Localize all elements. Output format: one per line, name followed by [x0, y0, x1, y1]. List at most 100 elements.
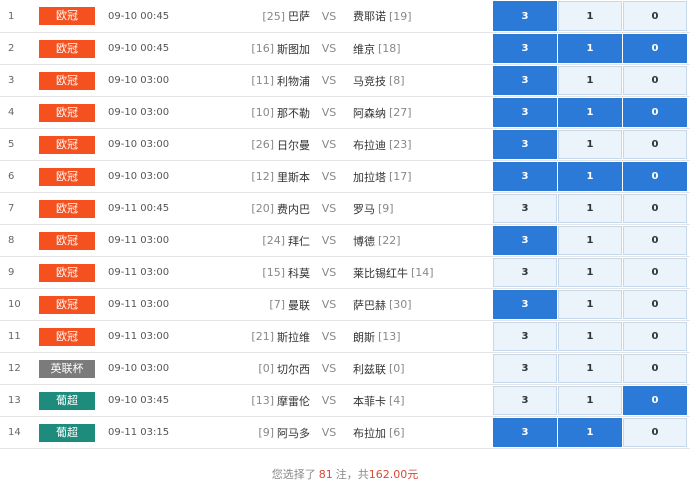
- table-row: 3 欧冠 09-10 03:00 [11] 利物浦 VS 马竞技 [8] 3 1 0: [0, 65, 690, 97]
- option-win[interactable]: 3: [493, 386, 557, 415]
- row-index: 14: [8, 427, 21, 438]
- away-team: 维京 [18]: [353, 33, 483, 64]
- table-row: 1 欧冠 09-10 00:45 [25] 巴萨 VS 费耶诺 [19] 3 1 0: [0, 0, 690, 33]
- option-draw[interactable]: 1: [558, 162, 622, 191]
- option-draw[interactable]: 1: [558, 194, 622, 223]
- away-team: 博德 [22]: [353, 225, 483, 256]
- home-team: [21] 斯拉维: [210, 321, 310, 352]
- vs-label: VS: [321, 106, 337, 119]
- home-name: 巴萨: [288, 10, 310, 23]
- away-team: 布拉加 [6]: [353, 417, 483, 448]
- home-name: 拜仁: [288, 234, 310, 248]
- away-team: 布拉迪 [23]: [353, 129, 483, 160]
- league-badge: 欧冠: [39, 103, 95, 122]
- league-cell: 欧冠: [39, 97, 95, 128]
- home-team: [7] 曼联: [210, 289, 310, 320]
- option-lose[interactable]: 0: [623, 386, 687, 415]
- option-lose[interactable]: 0: [623, 322, 687, 351]
- option-win[interactable]: 3: [493, 34, 557, 63]
- option-draw[interactable]: 1: [558, 386, 622, 415]
- home-rank: [15]: [262, 266, 285, 279]
- bet-count: 81: [318, 467, 333, 481]
- option-win[interactable]: 3: [493, 226, 557, 255]
- league-badge: 葡超: [39, 423, 95, 442]
- option-win[interactable]: 3: [493, 130, 557, 159]
- home-team: [26] 日尔曼: [210, 129, 310, 160]
- away-name: 博德: [353, 234, 375, 248]
- row-index: 6: [8, 171, 15, 182]
- home-name: 科莫: [288, 266, 310, 280]
- option-lose[interactable]: 0: [623, 130, 687, 159]
- row-index: 2: [8, 43, 15, 54]
- option-draw[interactable]: 1: [558, 66, 622, 95]
- match-time: 09-11 03:00: [108, 299, 170, 310]
- row-index: 11: [8, 331, 21, 342]
- home-rank: [24]: [262, 234, 285, 247]
- home-name: 利物浦: [277, 74, 310, 88]
- option-draw[interactable]: 1: [558, 1, 622, 31]
- league-cell: 欧冠: [39, 257, 95, 288]
- option-draw[interactable]: 1: [558, 130, 622, 159]
- option-lose[interactable]: 0: [623, 258, 687, 287]
- option-lose[interactable]: 0: [623, 418, 687, 447]
- option-draw[interactable]: 1: [558, 354, 622, 383]
- home-name: 斯图加: [277, 42, 310, 56]
- option-win[interactable]: 3: [493, 194, 557, 223]
- home-team: [15] 科莫: [210, 257, 310, 288]
- option-lose[interactable]: 0: [623, 194, 687, 223]
- option-win[interactable]: 3: [493, 98, 557, 127]
- home-rank: [7]: [269, 298, 285, 311]
- row-index: 13: [8, 395, 21, 406]
- option-lose[interactable]: 0: [623, 66, 687, 95]
- home-name: 阿马多: [277, 426, 310, 440]
- option-draw[interactable]: 1: [558, 34, 622, 63]
- option-lose[interactable]: 0: [623, 34, 687, 63]
- option-win[interactable]: 3: [493, 290, 557, 319]
- option-lose[interactable]: 0: [623, 162, 687, 191]
- option-draw[interactable]: 1: [558, 322, 622, 351]
- away-rank: [17]: [389, 170, 412, 183]
- home-name: 斯拉维: [277, 330, 310, 344]
- home-rank: [0]: [258, 362, 274, 375]
- away-name: 利兹联: [353, 362, 386, 376]
- vs-label: VS: [321, 234, 337, 247]
- row-index: 4: [8, 107, 15, 118]
- selection-summary: 您选择了 81 注，共 162.00 元: [0, 463, 690, 485]
- option-win[interactable]: 3: [493, 354, 557, 383]
- option-draw[interactable]: 1: [558, 98, 622, 127]
- league-badge: 欧冠: [39, 167, 95, 186]
- option-lose[interactable]: 0: [623, 290, 687, 319]
- vs-label: VS: [321, 330, 337, 343]
- table-row: 13 葡超 09-10 03:45 [13] 摩雷伦 VS 本菲卡 [4] 3 1 0: [0, 385, 690, 417]
- option-lose[interactable]: 0: [623, 1, 687, 31]
- away-name: 莱比锡红牛: [353, 266, 408, 280]
- away-name: 布拉迪: [353, 138, 386, 152]
- option-win[interactable]: 3: [493, 1, 557, 31]
- option-win[interactable]: 3: [493, 162, 557, 191]
- away-name: 罗马: [353, 202, 375, 216]
- option-win[interactable]: 3: [493, 418, 557, 447]
- option-lose[interactable]: 0: [623, 98, 687, 127]
- league-cell: 欧冠: [39, 129, 95, 160]
- home-name: 里斯本: [277, 170, 310, 184]
- option-win[interactable]: 3: [493, 258, 557, 287]
- away-rank: [30]: [389, 298, 412, 311]
- league-badge: 英联杯: [39, 359, 95, 378]
- option-draw[interactable]: 1: [558, 290, 622, 319]
- home-name: 摩雷伦: [277, 394, 310, 408]
- option-lose[interactable]: 0: [623, 226, 687, 255]
- home-rank: [11]: [251, 74, 274, 87]
- option-draw[interactable]: 1: [558, 418, 622, 447]
- match-time: 09-10 03:00: [108, 75, 170, 86]
- home-rank: [20]: [251, 202, 274, 215]
- option-win[interactable]: 3: [493, 322, 557, 351]
- match-time: 09-11 03:00: [108, 235, 170, 246]
- league-cell: 欧冠: [39, 161, 95, 192]
- option-draw[interactable]: 1: [558, 258, 622, 287]
- away-name: 本菲卡: [353, 394, 386, 408]
- option-lose[interactable]: 0: [623, 354, 687, 383]
- option-win[interactable]: 3: [493, 66, 557, 95]
- option-draw[interactable]: 1: [558, 226, 622, 255]
- table-row: 6 欧冠 09-10 03:00 [12] 里斯本 VS 加拉塔 [17] 3 1 0: [0, 161, 690, 193]
- table-row: 14 葡超 09-11 03:15 [9] 阿马多 VS 布拉加 [6] 3 1 0: [0, 417, 690, 449]
